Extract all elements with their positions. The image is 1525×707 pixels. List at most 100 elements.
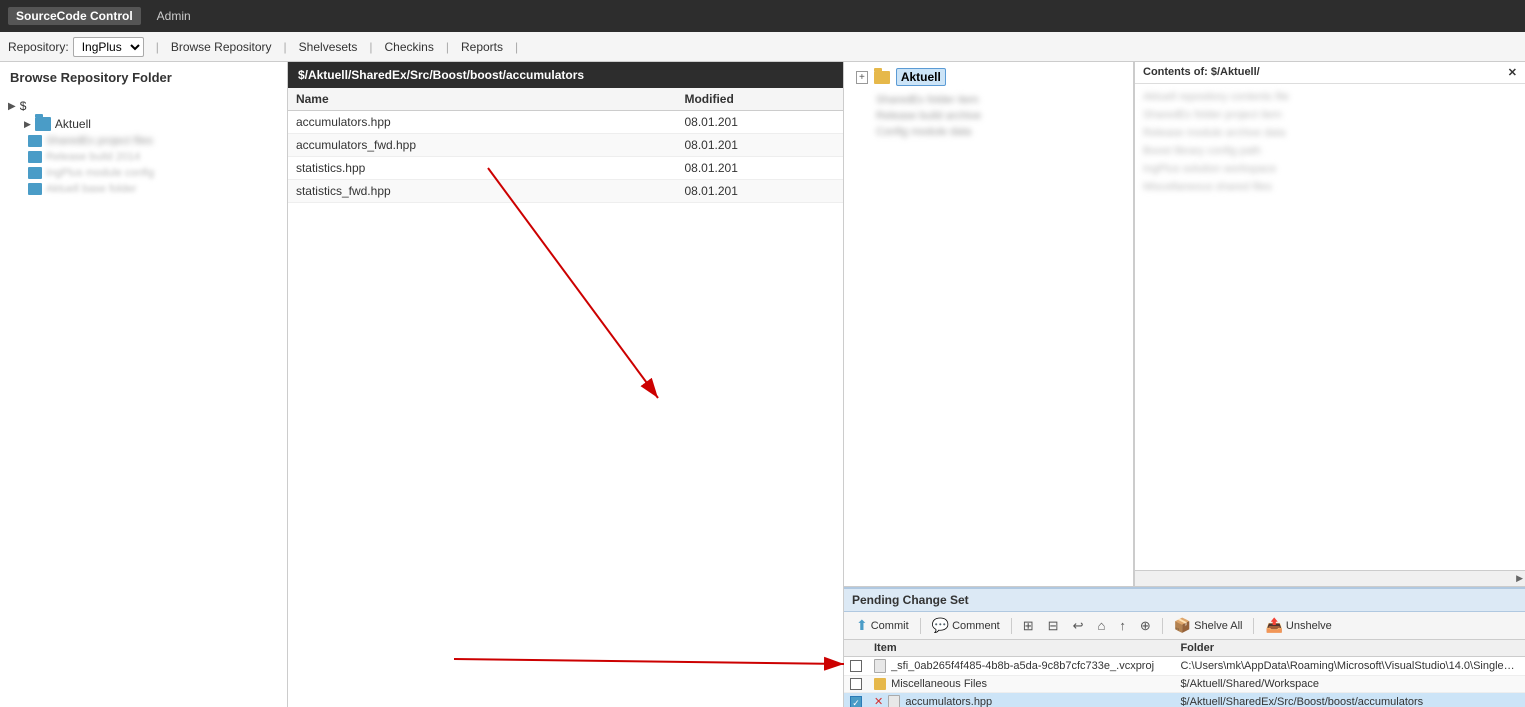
check-cell-2[interactable] [844, 693, 868, 707]
rtree-label-3: Config module data [876, 126, 971, 138]
rtree-item-2[interactable]: Release build archive [852, 108, 1125, 124]
app-title: SourceCode Control [8, 7, 141, 25]
rtree-item-3[interactable]: Config module data [852, 124, 1125, 140]
file-modified-0: 08.01.201 [676, 111, 843, 134]
sub-folder-icon-1 [28, 135, 42, 147]
sub-folder-icon-3 [28, 167, 42, 179]
nav-sep-4: | [446, 40, 449, 54]
reports-link[interactable]: Reports [453, 40, 511, 54]
toolbar-sep-1 [920, 618, 921, 634]
file-row-2[interactable]: statistics.hpp 08.01.201 [288, 157, 843, 180]
expand-plus-icon: + [856, 71, 868, 84]
pending-item-name-0: _sfi_0ab265f4f485-4b8b-a5da-9c8b7cfc733e… [891, 660, 1154, 672]
aktuell-label: Aktuell [55, 117, 91, 131]
pending-item-2: ✕ accumulators.hpp [868, 693, 1174, 707]
nav-sep-3: | [369, 40, 372, 54]
sub-item-label-2: Release build 2014 [46, 151, 140, 163]
unshelve-icon: 📤 [1265, 617, 1282, 634]
checkbox-0[interactable] [850, 660, 862, 672]
nav-sep-5: | [515, 40, 518, 54]
extra-btn-1[interactable]: ⊞ [1017, 616, 1040, 636]
tree-area: ▶ $ ▶ Aktuell SharedEx project files Rel… [0, 93, 287, 707]
sub-item-2[interactable]: Release build 2014 [8, 149, 279, 165]
far-right-label-3: Release module archive data [1143, 127, 1285, 139]
tree-root[interactable]: ▶ $ [8, 97, 279, 115]
comment-icon: 💬 [932, 617, 949, 634]
far-right-label-6: Miscellaneous shared files [1143, 181, 1272, 193]
folder-icon-pending-1 [874, 678, 886, 690]
file-row-3[interactable]: statistics_fwd.hpp 08.01.201 [288, 180, 843, 203]
commit-label: Commit [871, 620, 909, 632]
admin-label: Admin [157, 9, 191, 23]
tree-item-aktuell[interactable]: ▶ Aktuell [8, 115, 279, 133]
pending-row-2[interactable]: ✕ accumulators.hpp $/Aktuell/SharedEx/Sr… [844, 693, 1525, 707]
rtree-item-1[interactable]: SharedEx folder item [852, 92, 1125, 108]
far-right-item-6[interactable]: Miscellaneous shared files [1143, 178, 1517, 196]
pending-header: Pending Change Set [844, 589, 1525, 612]
extra-btn-3[interactable]: ↩ [1067, 616, 1090, 636]
checkbox-1[interactable] [850, 678, 862, 690]
tree-root-label: $ [20, 99, 27, 113]
pending-folder-2: $/Aktuell/SharedEx/Src/Boost/boost/accum… [1174, 693, 1525, 707]
pending-change-set: Pending Change Set ⬆ Commit 💬 Comment ⊞ … [844, 587, 1525, 707]
unshelve-label: Unshelve [1286, 620, 1332, 632]
left-panel-title: Browse Repository Folder [0, 62, 287, 93]
file-row-0[interactable]: accumulators.hpp 08.01.201 [288, 111, 843, 134]
far-right-item-2[interactable]: SharedEx folder project item [1143, 106, 1517, 124]
far-right-item-5[interactable]: IngPlus solution workspace [1143, 160, 1517, 178]
far-right-label-4: Boost library config path [1143, 145, 1261, 157]
sub-item-3[interactable]: IngPlus module config [8, 165, 279, 181]
shelvesets-link[interactable]: Shelvesets [291, 40, 366, 54]
check-cell-0[interactable] [844, 657, 868, 676]
checkins-link[interactable]: Checkins [377, 40, 442, 54]
scroll-bar-bottom[interactable]: ▶ [1135, 570, 1525, 586]
checkbox-2[interactable] [850, 696, 862, 707]
close-icon[interactable]: ✕ [1508, 66, 1517, 79]
sub-item-4[interactable]: Aktuell base folder [8, 181, 279, 197]
far-right-item-3[interactable]: Release module archive data [1143, 124, 1517, 142]
pending-table: Item Folder _sfi_0ab265f4f485- [844, 640, 1525, 707]
sub-folder-icon-2 [28, 151, 42, 163]
pending-table-header: Item Folder [844, 640, 1525, 657]
file-row-1[interactable]: accumulators_fwd.hpp 08.01.201 [288, 134, 843, 157]
left-panel: Browse Repository Folder ▶ $ ▶ Aktuell S… [0, 62, 288, 707]
browse-repository-link[interactable]: Browse Repository [163, 40, 280, 54]
extra-btn-2[interactable]: ⊟ [1042, 616, 1065, 636]
comment-button[interactable]: 💬 Comment [926, 615, 1006, 636]
top-bar: SourceCode Control Admin [0, 0, 1525, 32]
unshelve-button[interactable]: 📤 Unshelve [1259, 615, 1337, 636]
center-panel: $/Aktuell/SharedEx/Src/Boost/boost/accum… [288, 62, 844, 707]
main-layout: Browse Repository Folder ▶ $ ▶ Aktuell S… [0, 62, 1525, 707]
commit-button[interactable]: ⬆ Commit [850, 615, 915, 636]
shelve-all-button[interactable]: 📦 Shelve All [1168, 615, 1249, 636]
sub-item-1[interactable]: SharedEx project files [8, 133, 279, 149]
file-modified-3: 08.01.201 [676, 180, 843, 203]
far-right-panel: Contents of: $/Aktuell/ ✕ Aktuell reposi… [1135, 62, 1525, 586]
shelve-icon: 📦 [1174, 617, 1191, 634]
far-right-inner: Aktuell repository contents file SharedE… [1135, 84, 1525, 570]
repository-dropdown[interactable]: IngPlus [73, 37, 144, 57]
far-right-item-4[interactable]: Boost library config path [1143, 142, 1517, 160]
file-name-2: statistics.hpp [288, 157, 677, 180]
folder-yellow-icon [874, 71, 890, 84]
extra-btn-5[interactable]: ↑ [1113, 616, 1132, 635]
toolbar-sep-3 [1162, 618, 1163, 634]
repository-label: Repository: [8, 40, 69, 54]
file-name-0: accumulators.hpp [288, 111, 677, 134]
check-cell-1[interactable] [844, 676, 868, 693]
far-right-label-1: Aktuell repository contents file [1143, 91, 1289, 103]
pending-row-1[interactable]: Miscellaneous Files $/Aktuell/Shared/Wor… [844, 676, 1525, 693]
toolbar-sep-4 [1253, 618, 1254, 634]
aktuell-selected-label: Aktuell [896, 68, 946, 86]
col-item: Item [868, 640, 1174, 657]
pending-row-0[interactable]: _sfi_0ab265f4f485-4b8b-a5da-9c8b7cfc733e… [844, 657, 1525, 676]
far-right-item-1[interactable]: Aktuell repository contents file [1143, 88, 1517, 106]
right-panels: + Aktuell SharedEx folder item Release b… [844, 62, 1525, 707]
extra-btn-6[interactable]: ⊕ [1134, 616, 1157, 636]
file-name-3: statistics_fwd.hpp [288, 180, 677, 203]
rtree-label-1: SharedEx folder item [876, 94, 979, 106]
pending-item-name-1: Miscellaneous Files [891, 678, 987, 690]
extra-btn-4[interactable]: ⌂ [1091, 616, 1111, 635]
repo-tree-panel: + Aktuell SharedEx folder item Release b… [844, 62, 1134, 586]
rtree-expand-row[interactable]: + Aktuell [852, 66, 1125, 88]
